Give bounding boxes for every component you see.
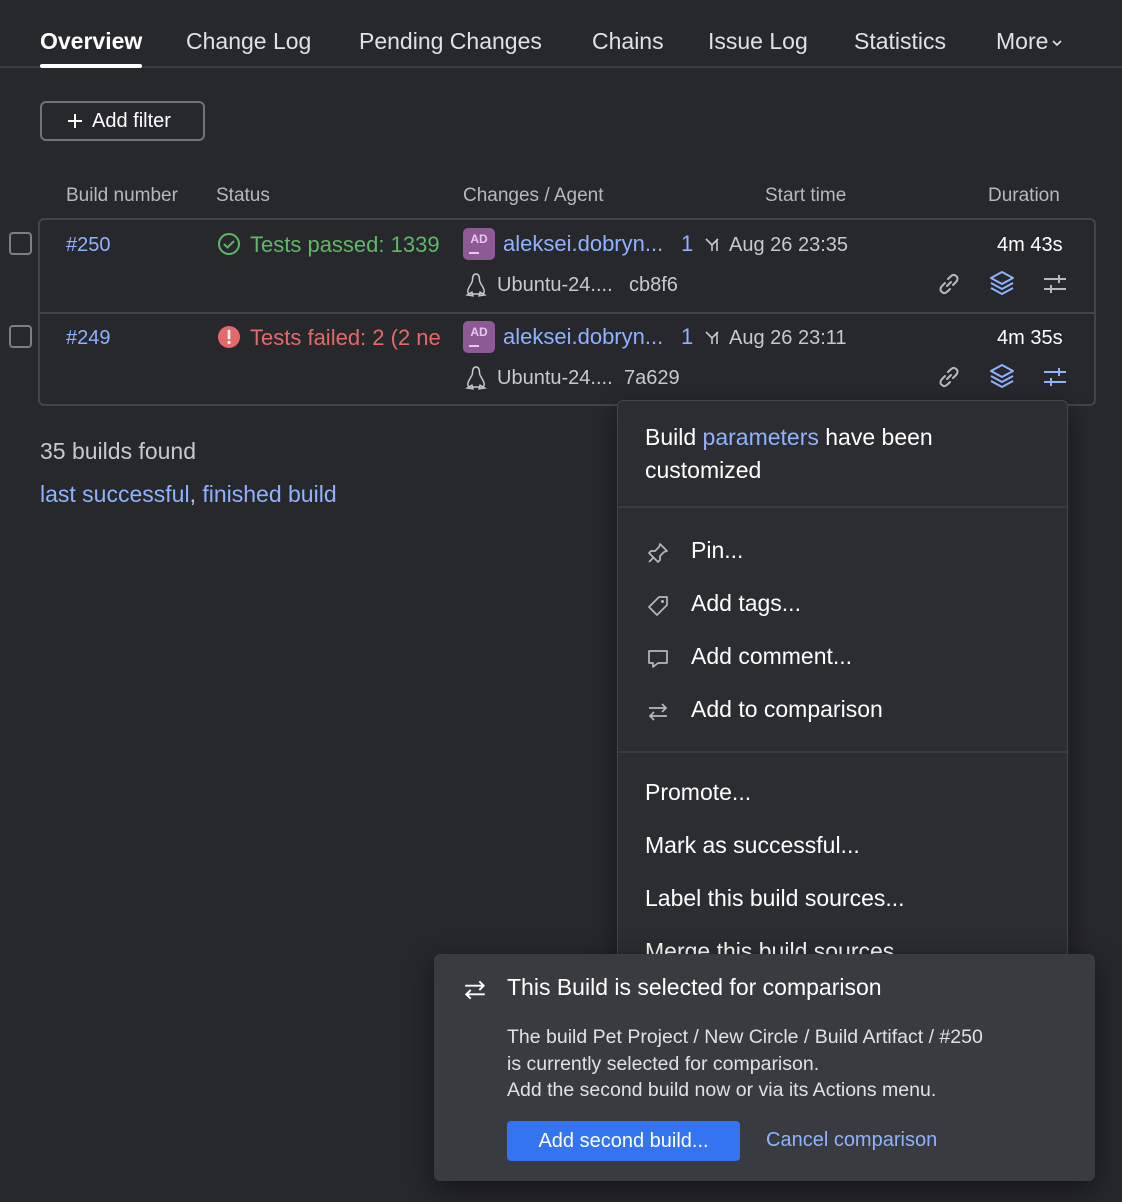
parameters-icon[interactable] [1041, 270, 1069, 298]
tab-statistics[interactable]: Statistics [854, 24, 946, 58]
last-successful-link[interactable]: last successful [40, 481, 190, 507]
row-checkbox[interactable] [9, 325, 32, 348]
agent-name[interactable]: Ubuntu-24.... [497, 274, 613, 297]
comparison-message: The build Pet Project / New Circle / Bui… [507, 1024, 1087, 1104]
check-circle-icon [218, 233, 240, 255]
tab-more[interactable]: More [996, 24, 1062, 58]
column-build-number: Build number [66, 185, 178, 206]
build-number-link[interactable]: #250 [66, 234, 111, 257]
menu-item-label-sources[interactable]: Label this build sources... [645, 885, 905, 912]
duration: 4m 35s [997, 327, 1063, 349]
column-status: Status [216, 185, 270, 206]
plus-icon [68, 114, 82, 128]
avatar-initials: AD [470, 325, 488, 339]
avatar-initials: AD [470, 232, 488, 246]
linux-agent-icon [465, 273, 487, 297]
menu-item-label: Add tags... [691, 590, 801, 616]
menu-divider [618, 751, 1067, 753]
build-actions-menu: Build parameters have been customized Pi… [617, 400, 1068, 960]
compare-icon [648, 703, 668, 721]
comment-icon [648, 650, 668, 668]
error-icon [218, 326, 240, 348]
merge-arrow-icon [705, 331, 719, 344]
comparison-notification: This Build is selected for comparison Th… [434, 954, 1095, 1181]
menu-divider [618, 506, 1067, 508]
compare-icon [464, 980, 486, 1000]
menu-item-add-comment[interactable]: Add comment... [618, 635, 1067, 681]
menu-item-label: Pin... [691, 537, 744, 563]
comparison-message-line: is currently selected for comparison. [507, 1052, 820, 1075]
quick-links-separator: , [189, 481, 196, 507]
agent-name[interactable]: Ubuntu-24.... [497, 367, 613, 390]
start-time: Aug 26 23:11 [729, 327, 847, 349]
build-status[interactable]: Tests passed: 1339 [250, 232, 458, 258]
menu-item-label: Add comment... [691, 643, 853, 669]
add-second-build-button[interactable]: Add second build... [507, 1121, 740, 1161]
duration: 4m 43s [997, 234, 1063, 256]
chevron-down-icon [1052, 40, 1062, 47]
tab-pending-changes[interactable]: Pending Changes [359, 24, 542, 58]
column-start-time: Start time [765, 185, 847, 206]
avatar: AD [463, 228, 495, 260]
tab-overview[interactable]: Overview [40, 24, 143, 68]
comparison-message-line: The build Pet Project / New Circle / Bui… [507, 1026, 983, 1048]
menu-item-promote[interactable]: Promote... [645, 779, 751, 806]
merge-arrow-icon [705, 238, 719, 251]
change-author-link[interactable]: aleksei.dobryn... [503, 324, 663, 350]
change-author-link[interactable]: aleksei.dobryn... [503, 231, 663, 257]
quick-links: last successful, finished build [40, 481, 337, 508]
layers-icon[interactable] [988, 269, 1016, 297]
add-filter-button[interactable]: Add filter [40, 101, 205, 141]
link-icon[interactable] [935, 270, 963, 298]
parameters-link[interactable]: parameters [703, 424, 819, 450]
cancel-comparison-link[interactable]: Cancel comparison [766, 1129, 937, 1152]
link-icon[interactable] [935, 363, 963, 391]
menu-item-add-to-comparison[interactable]: Add to comparison [618, 688, 1067, 734]
menu-header-pre: Build [645, 424, 697, 450]
tab-more-label: More [996, 28, 1049, 54]
menu-header: Build parameters have been customized [645, 421, 1045, 487]
row-divider [40, 312, 1094, 314]
pin-icon [648, 543, 668, 563]
build-number-link[interactable]: #249 [66, 327, 111, 350]
changes-count-link[interactable]: 1 [681, 324, 693, 350]
layers-icon[interactable] [988, 362, 1016, 390]
tab-issue-log[interactable]: Issue Log [708, 24, 808, 58]
menu-item-label: Add to comparison [691, 696, 883, 722]
revision[interactable]: cb8f6 [629, 274, 678, 297]
linux-agent-icon [465, 366, 487, 390]
tag-icon [648, 596, 668, 616]
menu-item-mark-successful[interactable]: Mark as successful... [645, 832, 860, 859]
tab-bar: Overview Change Log Pending Changes Chai… [0, 0, 1122, 68]
row-checkbox[interactable] [9, 232, 32, 255]
tab-chains[interactable]: Chains [592, 24, 664, 58]
comparison-message-line: Add the second build now or via its Acti… [507, 1079, 937, 1101]
add-filter-label: Add filter [92, 109, 171, 132]
menu-item-add-tags[interactable]: Add tags... [618, 582, 1067, 628]
finished-build-link[interactable]: finished build [202, 481, 336, 507]
avatar: AD [463, 321, 495, 353]
parameters-icon[interactable] [1041, 363, 1069, 391]
revision[interactable]: 7a629 [624, 367, 680, 390]
tab-change-log[interactable]: Change Log [186, 24, 311, 58]
start-time: Aug 26 23:35 [729, 234, 848, 256]
comparison-title: This Build is selected for comparison [507, 974, 882, 1000]
builds-found-count: 35 builds found [40, 438, 197, 464]
column-changes-agent: Changes / Agent [463, 185, 604, 206]
changes-count-link[interactable]: 1 [681, 231, 693, 257]
build-status[interactable]: Tests failed: 2 (2 ne [250, 325, 458, 351]
column-duration: Duration [988, 185, 1060, 206]
menu-item-pin[interactable]: Pin... [618, 529, 1067, 575]
